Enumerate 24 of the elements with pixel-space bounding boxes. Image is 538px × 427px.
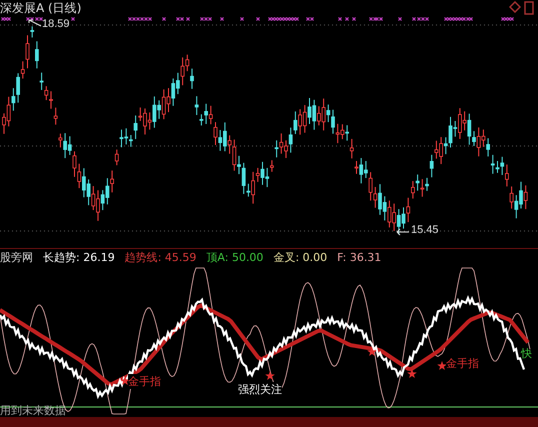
star-icon [437, 361, 447, 370]
price-label: 18.59 [42, 18, 70, 30]
star-icon [120, 376, 130, 385]
indicator-value: 金叉: 0.00 [273, 250, 328, 265]
star-icon [407, 369, 417, 378]
star-icon [367, 347, 377, 356]
star-icon [265, 371, 275, 380]
candlestick [35, 40, 39, 69]
price-label: 15.45 [411, 224, 439, 236]
indicator-value: F: 36.31 [337, 251, 382, 264]
warning-note: 用到未来数据 [0, 403, 66, 418]
indicator-value: 长趋势: 26.19 [43, 250, 115, 265]
indicator-name: 股旁网 [0, 250, 33, 265]
panel-icon[interactable] [524, 1, 534, 15]
indicator-value: 趋势线: 45.59 [124, 250, 196, 265]
signal-label: 快 [521, 346, 532, 361]
arrow-icon [28, 19, 42, 27]
signal-label: 金手指 [128, 374, 161, 389]
diamond-icon[interactable] [509, 1, 521, 13]
signal-label: 强烈关注 [238, 382, 282, 397]
arrow-icon [396, 228, 410, 236]
chart-title: 深发展A (日线) [0, 0, 82, 16]
signal-label: 金手指 [446, 356, 479, 371]
indicator-value: 顶A: 50.00 [206, 250, 264, 265]
